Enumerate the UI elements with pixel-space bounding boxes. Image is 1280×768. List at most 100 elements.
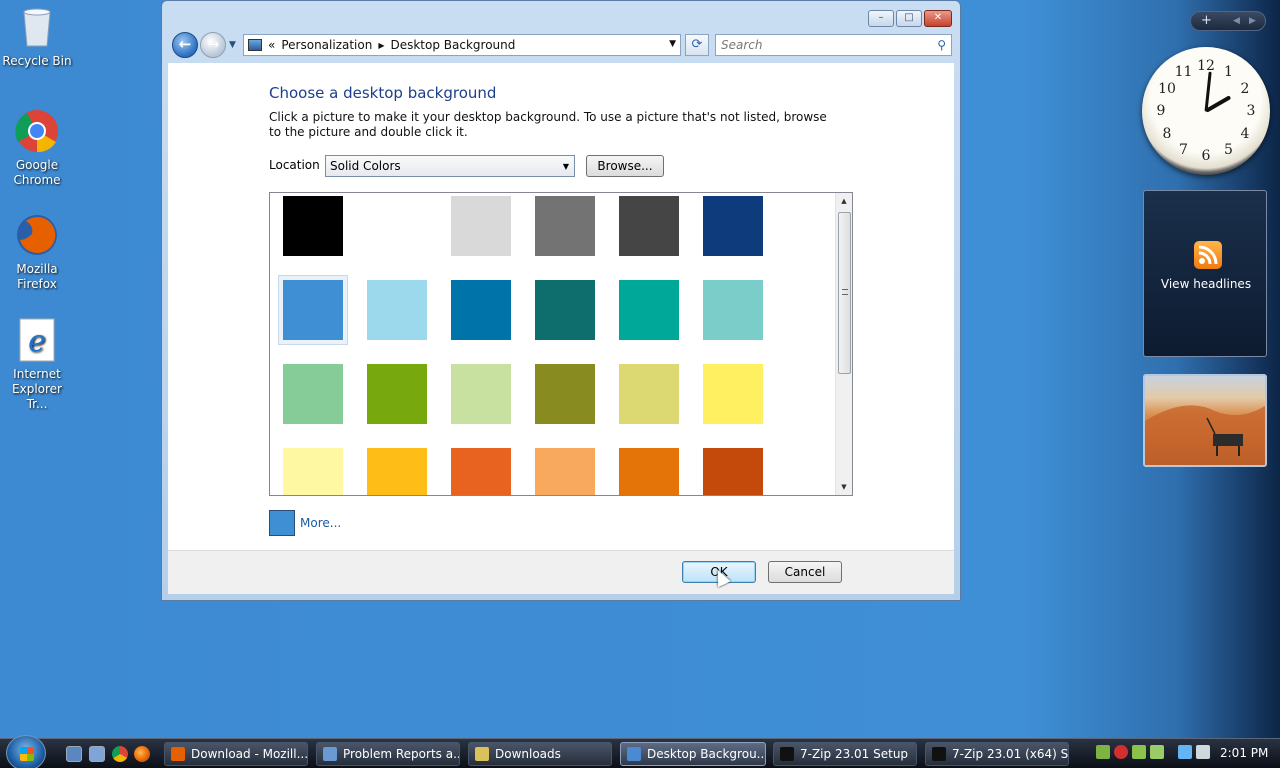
clock-gadget[interactable]: 12 1 2 3 4 5 6 7 8 9 10 11 xyxy=(1142,47,1270,175)
location-dropdown[interactable]: Solid Colors ▼ xyxy=(325,155,575,177)
color-swatch[interactable] xyxy=(367,196,427,256)
taskbar-task[interactable]: 7-Zip 23.01 (x64) S... xyxy=(925,742,1069,766)
clock-number: 5 xyxy=(1224,141,1233,158)
desktop-icon-recycle-bin[interactable]: Recycle Bin xyxy=(0,4,74,69)
page-description: Click a picture to make it your desktop … xyxy=(269,110,827,139)
prev-gadget-icon[interactable]: ◀ xyxy=(1233,16,1240,26)
color-swatch[interactable] xyxy=(703,448,763,495)
svg-text:e: e xyxy=(28,324,46,359)
task-app-icon xyxy=(932,747,946,761)
breadcrumb-separator-icon[interactable]: ▶ xyxy=(378,41,384,50)
clock-number: 11 xyxy=(1174,64,1193,81)
cancel-button[interactable]: Cancel xyxy=(768,561,842,583)
maximize-button[interactable]: □ xyxy=(896,10,922,27)
page-title: Choose a desktop background xyxy=(269,84,497,102)
color-swatch[interactable] xyxy=(451,280,511,340)
slideshow-gadget[interactable] xyxy=(1143,374,1267,467)
color-swatch[interactable] xyxy=(535,196,595,256)
desktop-icon-label: Google Chrome xyxy=(13,158,61,187)
desktop-icon-google-chrome[interactable]: Google Chrome xyxy=(0,108,74,188)
scroll-up-icon[interactable]: ▲ xyxy=(836,193,852,209)
color-swatch[interactable] xyxy=(451,448,511,495)
tray-display-icon[interactable] xyxy=(1178,745,1192,759)
search-placeholder: Search xyxy=(721,38,763,52)
tray-update-icon[interactable] xyxy=(1150,745,1164,759)
vertical-scrollbar[interactable]: ▲ ▼ xyxy=(835,193,852,495)
clock-number: 1 xyxy=(1224,64,1233,81)
add-gadget-button[interactable]: + xyxy=(1201,13,1212,28)
clock-time[interactable]: 2:01 PM xyxy=(1220,746,1268,760)
current-color-swatch[interactable] xyxy=(269,510,295,536)
clock-number: 2 xyxy=(1240,80,1250,97)
clock-number: 12 xyxy=(1197,58,1215,74)
chevron-down-icon: ▼ xyxy=(562,162,569,171)
start-button[interactable] xyxy=(6,735,46,768)
minimize-button[interactable]: – xyxy=(868,10,894,27)
color-swatch[interactable] xyxy=(367,448,427,495)
firefox-quicklaunch-icon[interactable] xyxy=(134,746,150,762)
search-input[interactable]: Search ⚲ xyxy=(715,34,952,56)
breadcrumb-desktop-background[interactable]: Desktop Background xyxy=(390,38,515,52)
color-swatch[interactable] xyxy=(619,364,679,424)
desktop-background-window: – □ ✕ ← → ▼ « Personalization ▶ Desktop … xyxy=(161,0,961,601)
desktop-icon-internet-explorer[interactable]: e Internet Explorer Tr... xyxy=(0,317,74,412)
next-gadget-icon[interactable]: ▶ xyxy=(1249,16,1256,26)
tray-security-icon[interactable] xyxy=(1114,745,1128,759)
clock-number: 6 xyxy=(1201,148,1211,164)
taskbar-task[interactable]: Downloads xyxy=(468,742,612,766)
firefox-icon xyxy=(14,212,60,258)
color-swatch[interactable] xyxy=(535,364,595,424)
desktop-icon-mozilla-firefox[interactable]: Mozilla Firefox xyxy=(0,212,74,292)
breadcrumb-prefix[interactable]: « xyxy=(268,38,275,52)
browse-button[interactable]: Browse... xyxy=(586,155,664,177)
color-swatch[interactable] xyxy=(367,364,427,424)
show-desktop-icon[interactable] xyxy=(66,746,82,762)
clock-number: 7 xyxy=(1179,141,1188,158)
recent-pages-dropdown[interactable]: ▼ xyxy=(229,40,236,50)
content-pane: Choose a desktop background Click a pict… xyxy=(168,63,954,550)
color-swatch[interactable] xyxy=(703,196,763,256)
task-label: Desktop Backgrou... xyxy=(647,747,766,761)
color-swatch[interactable] xyxy=(283,448,343,495)
feed-headlines-gadget[interactable]: View headlines xyxy=(1143,190,1267,357)
color-swatch[interactable] xyxy=(703,280,763,340)
refresh-button[interactable]: ⟳ xyxy=(685,34,709,56)
color-swatch[interactable] xyxy=(619,448,679,495)
tray-network-icon[interactable] xyxy=(1096,745,1110,759)
switch-windows-icon[interactable] xyxy=(89,746,105,762)
tray-app-icon[interactable] xyxy=(1132,745,1146,759)
more-colors-link[interactable]: More... xyxy=(300,516,341,530)
desktop-icon-label: Mozilla Firefox xyxy=(16,262,58,291)
color-swatch[interactable] xyxy=(451,196,511,256)
address-dropdown-icon[interactable]: ▼ xyxy=(669,39,676,49)
taskbar-task[interactable]: Desktop Backgrou... xyxy=(620,742,766,766)
back-button[interactable]: ← xyxy=(172,32,198,58)
color-swatch[interactable] xyxy=(283,364,343,424)
taskbar-task[interactable]: Problem Reports a... xyxy=(316,742,460,766)
color-swatch[interactable] xyxy=(535,280,595,340)
scroll-thumb[interactable] xyxy=(838,212,851,374)
breadcrumb-personalization[interactable]: Personalization xyxy=(281,38,372,52)
color-swatch[interactable] xyxy=(367,280,427,340)
scroll-down-icon[interactable]: ▼ xyxy=(836,479,852,495)
color-swatch[interactable] xyxy=(278,275,348,345)
address-bar[interactable]: « Personalization ▶ Desktop Background ▼ xyxy=(243,34,681,56)
chrome-icon xyxy=(14,108,60,154)
color-swatch[interactable] xyxy=(619,196,679,256)
internet-explorer-icon: e xyxy=(14,317,60,363)
color-swatch[interactable] xyxy=(535,448,595,495)
taskbar-task[interactable]: Download - Mozill... xyxy=(164,742,308,766)
chrome-quicklaunch-icon[interactable] xyxy=(112,746,128,762)
close-button[interactable]: ✕ xyxy=(924,10,952,27)
task-app-icon xyxy=(627,747,641,761)
scroll-grip-icon xyxy=(842,289,848,295)
forward-button[interactable]: → xyxy=(200,32,226,58)
search-icon[interactable]: ⚲ xyxy=(937,38,946,52)
tray-volume-icon[interactable] xyxy=(1196,745,1210,759)
taskbar-task[interactable]: 7-Zip 23.01 Setup xyxy=(773,742,917,766)
control-panel-icon xyxy=(248,39,262,51)
color-swatch[interactable] xyxy=(283,196,343,256)
color-swatch[interactable] xyxy=(703,364,763,424)
color-swatch[interactable] xyxy=(619,280,679,340)
color-swatch[interactable] xyxy=(451,364,511,424)
